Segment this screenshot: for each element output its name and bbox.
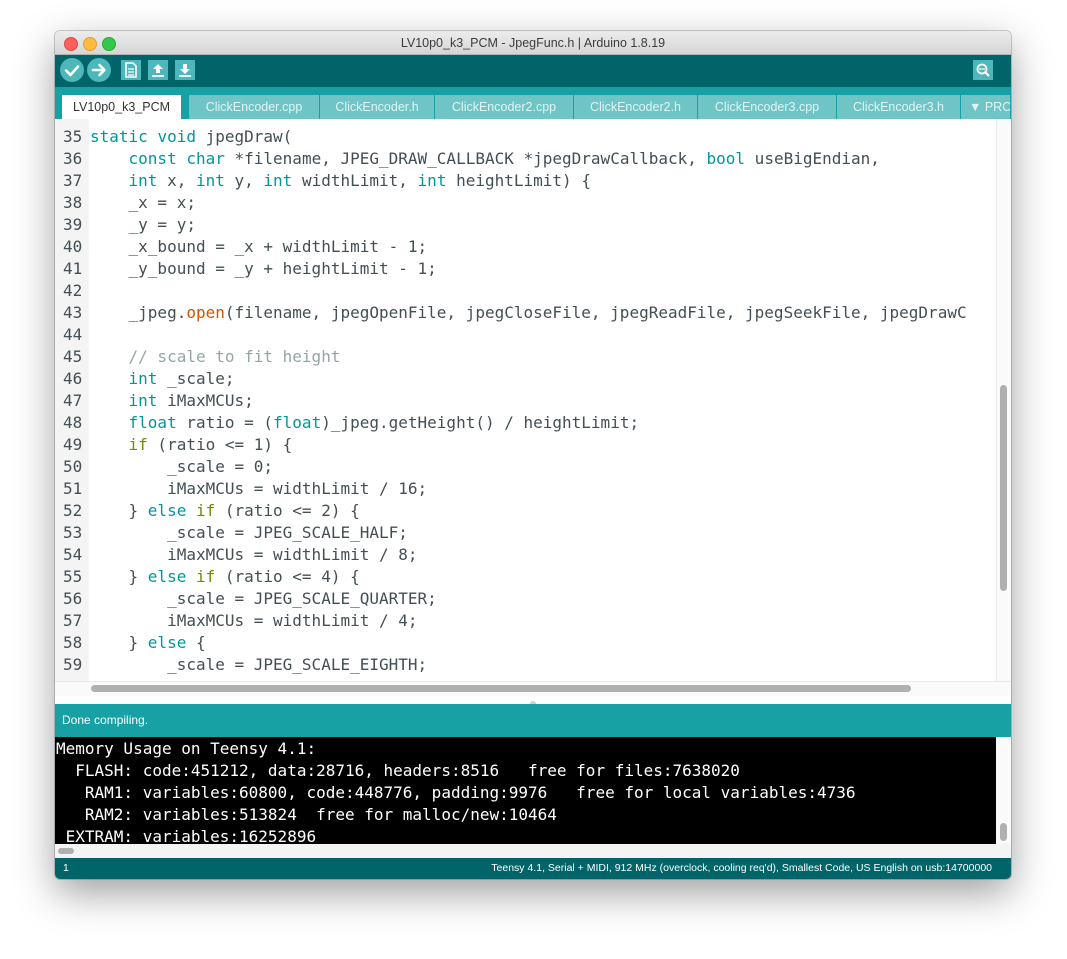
- save-arrow-down-icon: [179, 64, 191, 77]
- save-sketch-button[interactable]: [175, 60, 195, 80]
- code-text[interactable]: // scale to fit height: [90, 346, 341, 368]
- status-message: Done compiling.: [62, 713, 149, 727]
- line-number: 37: [63, 171, 83, 190]
- line-number: 58: [63, 633, 83, 652]
- line-number: 51: [63, 479, 83, 498]
- line-number: 35: [63, 127, 83, 146]
- line-number: 42: [63, 281, 83, 300]
- board-info: Teensy 4.1, Serial + MIDI, 912 MHz (over…: [491, 862, 992, 874]
- tab-overflow-menu[interactable]: ▼ PRO: [961, 95, 1011, 119]
- console-output[interactable]: Memory Usage on Teensy 4.1: FLASH: code:…: [55, 737, 996, 846]
- code-text[interactable]: _x_bound = _x + widthLimit - 1;: [90, 236, 428, 258]
- line-number: 47: [63, 391, 83, 410]
- code-text[interactable]: static void jpegDraw(: [90, 126, 292, 148]
- arduino-ide-window: LV10p0_k3_PCM - JpegFunc.h | Arduino 1.8…: [55, 31, 1011, 879]
- line-number: 54: [63, 545, 83, 564]
- footer-bar: 1 Teensy 4.1, Serial + MIDI, 912 MHz (ov…: [55, 858, 1011, 879]
- status-bar: Done compiling.: [55, 704, 1011, 737]
- code-text[interactable]: _x = x;: [90, 192, 196, 214]
- code-text[interactable]: _jpeg.open(filename, jpegOpenFile, jpegC…: [90, 302, 967, 324]
- tab-clickencoder-h[interactable]: ClickEncoder.h: [320, 95, 435, 119]
- code-text[interactable]: } else {: [90, 632, 206, 654]
- window-title: LV10p0_k3_PCM - JpegFunc.h | Arduino 1.8…: [400, 36, 666, 50]
- code-text[interactable]: iMaxMCUs = widthLimit / 8;: [90, 544, 417, 566]
- code-text[interactable]: _scale = JPEG_SCALE_HALF;: [90, 522, 408, 544]
- line-number: 57: [63, 611, 83, 630]
- line-number: 36: [63, 149, 83, 168]
- title-bar: LV10p0_k3_PCM - JpegFunc.h | Arduino 1.8…: [55, 31, 1011, 55]
- code-text[interactable]: _y_bound = _y + heightLimit - 1;: [90, 258, 437, 280]
- serial-monitor-icon: [976, 63, 990, 77]
- line-number: 45: [63, 347, 83, 366]
- line-number: 38: [63, 193, 83, 212]
- line-number: 56: [63, 589, 83, 608]
- toolbar: [55, 55, 1011, 87]
- new-file-icon: [125, 62, 137, 78]
- code-text[interactable]: float ratio = (float)_jpeg.getHeight() /…: [90, 412, 640, 434]
- line-number: 52: [63, 501, 83, 520]
- line-number: 48: [63, 413, 83, 432]
- verify-icon: [64, 65, 80, 77]
- code-text[interactable]: int iMaxMCUs;: [90, 390, 254, 412]
- console-line: RAM2: variables:513824 free for malloc/n…: [56, 805, 557, 824]
- tab-clickencoder3-h[interactable]: ClickEncoder3.h: [837, 95, 961, 119]
- code-editor[interactable]: 35 static void jpegDraw( 36 const char *fi…: [55, 119, 1011, 712]
- console-line: FLASH: code:451212, data:28716, headers:…: [56, 761, 740, 780]
- tab-bar: LV10p0_k3_PCM ClickEncoder.cpp ClickEnco…: [55, 87, 1011, 119]
- tab-clickencoder3-cpp[interactable]: ClickEncoder3.cpp: [698, 95, 837, 119]
- code-text[interactable]: } else if (ratio <= 4) {: [90, 566, 360, 588]
- code-text[interactable]: _scale = 0;: [90, 456, 273, 478]
- new-sketch-button[interactable]: [121, 60, 141, 80]
- tab-clickencoder-cpp[interactable]: ClickEncoder.cpp: [189, 95, 320, 119]
- line-number: 46: [63, 369, 83, 388]
- tab-clickencoder2-h[interactable]: ClickEncoder2.h: [574, 95, 698, 119]
- code-text[interactable]: int x, int y, int widthLimit, int height…: [90, 170, 591, 192]
- console-horizontal-scroll-thumb[interactable]: [58, 848, 74, 854]
- code-text[interactable]: iMaxMCUs = widthLimit / 16;: [90, 478, 427, 500]
- console-horizontal-scrollbar[interactable]: [55, 844, 1011, 858]
- tab-clickencoder2-cpp[interactable]: ClickEncoder2.cpp: [435, 95, 574, 119]
- code-text[interactable]: iMaxMCUs = widthLimit / 4;: [90, 610, 417, 632]
- line-number: 43: [63, 303, 83, 322]
- open-sketch-button[interactable]: [148, 60, 168, 80]
- open-arrow-up-icon: [152, 64, 164, 77]
- line-number: 55: [63, 567, 83, 586]
- code-text[interactable]: int _scale;: [90, 368, 235, 390]
- code-text[interactable]: _scale = JPEG_SCALE_QUARTER;: [90, 588, 437, 610]
- code-text[interactable]: _y = y;: [90, 214, 196, 236]
- line-number: 41: [63, 259, 83, 278]
- line-number: 50: [63, 457, 83, 476]
- verify-button[interactable]: [60, 58, 84, 82]
- line-number: 59: [63, 655, 83, 674]
- cursor-line-number: 1: [63, 862, 69, 874]
- line-number: 49: [63, 435, 83, 454]
- line-number: 39: [63, 215, 83, 234]
- console-line: RAM1: variables:60800, code:448776, padd…: [56, 783, 856, 802]
- code-text[interactable]: } else if (ratio <= 2) {: [90, 500, 360, 522]
- console-line: Memory Usage on Teensy 4.1:: [56, 739, 317, 758]
- editor-vertical-scroll-thumb[interactable]: [1000, 385, 1007, 591]
- editor-horizontal-scroll-thumb[interactable]: [91, 685, 911, 692]
- line-number: 53: [63, 523, 83, 542]
- line-number: 44: [63, 325, 83, 344]
- code-text[interactable]: if (ratio <= 1) {: [90, 434, 293, 456]
- serial-monitor-button[interactable]: [973, 60, 993, 80]
- console-vertical-scroll-thumb[interactable]: [1000, 823, 1007, 841]
- code-text[interactable]: _scale = JPEG_SCALE_EIGHTH;: [90, 654, 427, 676]
- code-text[interactable]: const char *filename, JPEG_DRAW_CALLBACK…: [90, 148, 880, 170]
- upload-arrow-icon: [91, 63, 106, 77]
- line-number: 40: [63, 237, 83, 256]
- upload-button[interactable]: [87, 58, 111, 82]
- tab-lv10p0-k3-pcm[interactable]: LV10p0_k3_PCM: [62, 95, 181, 119]
